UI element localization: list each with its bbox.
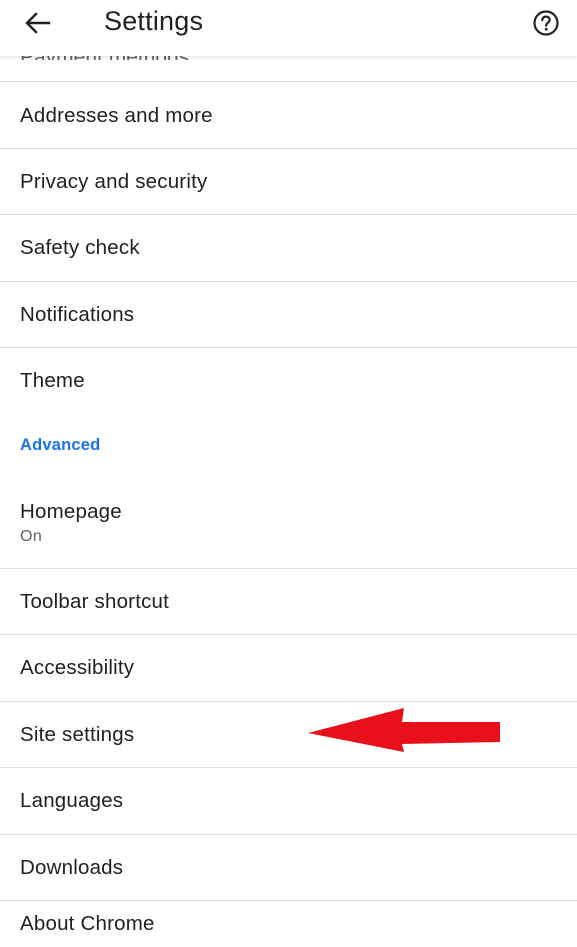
settings-item-label: Accessibility xyxy=(20,656,135,679)
settings-item-notifications[interactable]: Notifications xyxy=(0,282,577,348)
settings-item-theme[interactable]: Theme xyxy=(0,348,577,414)
settings-item-homepage[interactable]: Homepage On xyxy=(0,484,577,568)
help-button[interactable] xyxy=(529,6,563,40)
arrow-left-icon xyxy=(25,12,51,34)
settings-item-label: Notifications xyxy=(20,303,135,326)
settings-item-label: Site settings xyxy=(20,723,135,746)
settings-item-label: Addresses and more xyxy=(20,104,213,127)
page-title: Settings xyxy=(104,6,204,36)
annotation-arrow-icon xyxy=(308,708,500,752)
settings-item-safety-check[interactable]: Safety check xyxy=(0,215,577,281)
section-header-advanced: Advanced xyxy=(20,436,101,454)
settings-item-label: Theme xyxy=(20,369,85,392)
settings-item-privacy[interactable]: Privacy and security xyxy=(0,149,577,215)
settings-item-label: Downloads xyxy=(20,856,124,879)
help-circle-icon xyxy=(533,10,559,36)
settings-item-toolbar-shortcut[interactable]: Toolbar shortcut xyxy=(0,569,577,635)
settings-item-addresses[interactable]: Addresses and more xyxy=(0,83,577,149)
settings-item-label: About Chrome xyxy=(20,912,155,935)
settings-item-label: Toolbar shortcut xyxy=(20,590,170,613)
back-button[interactable] xyxy=(16,5,60,41)
settings-item-label: Privacy and security xyxy=(20,170,208,193)
settings-item-languages[interactable]: Languages xyxy=(0,768,577,834)
divider xyxy=(0,81,577,82)
settings-item-label: Safety check xyxy=(20,236,140,259)
settings-item-label: Languages xyxy=(20,789,124,812)
settings-item-about-chrome[interactable]: About Chrome xyxy=(0,901,577,947)
settings-item-downloads[interactable]: Downloads xyxy=(0,835,577,901)
app-bar: Settings xyxy=(0,0,577,56)
settings-item-accessibility[interactable]: Accessibility xyxy=(0,635,577,701)
settings-item-status: On xyxy=(20,528,43,545)
settings-item-label: Homepage xyxy=(20,500,122,523)
